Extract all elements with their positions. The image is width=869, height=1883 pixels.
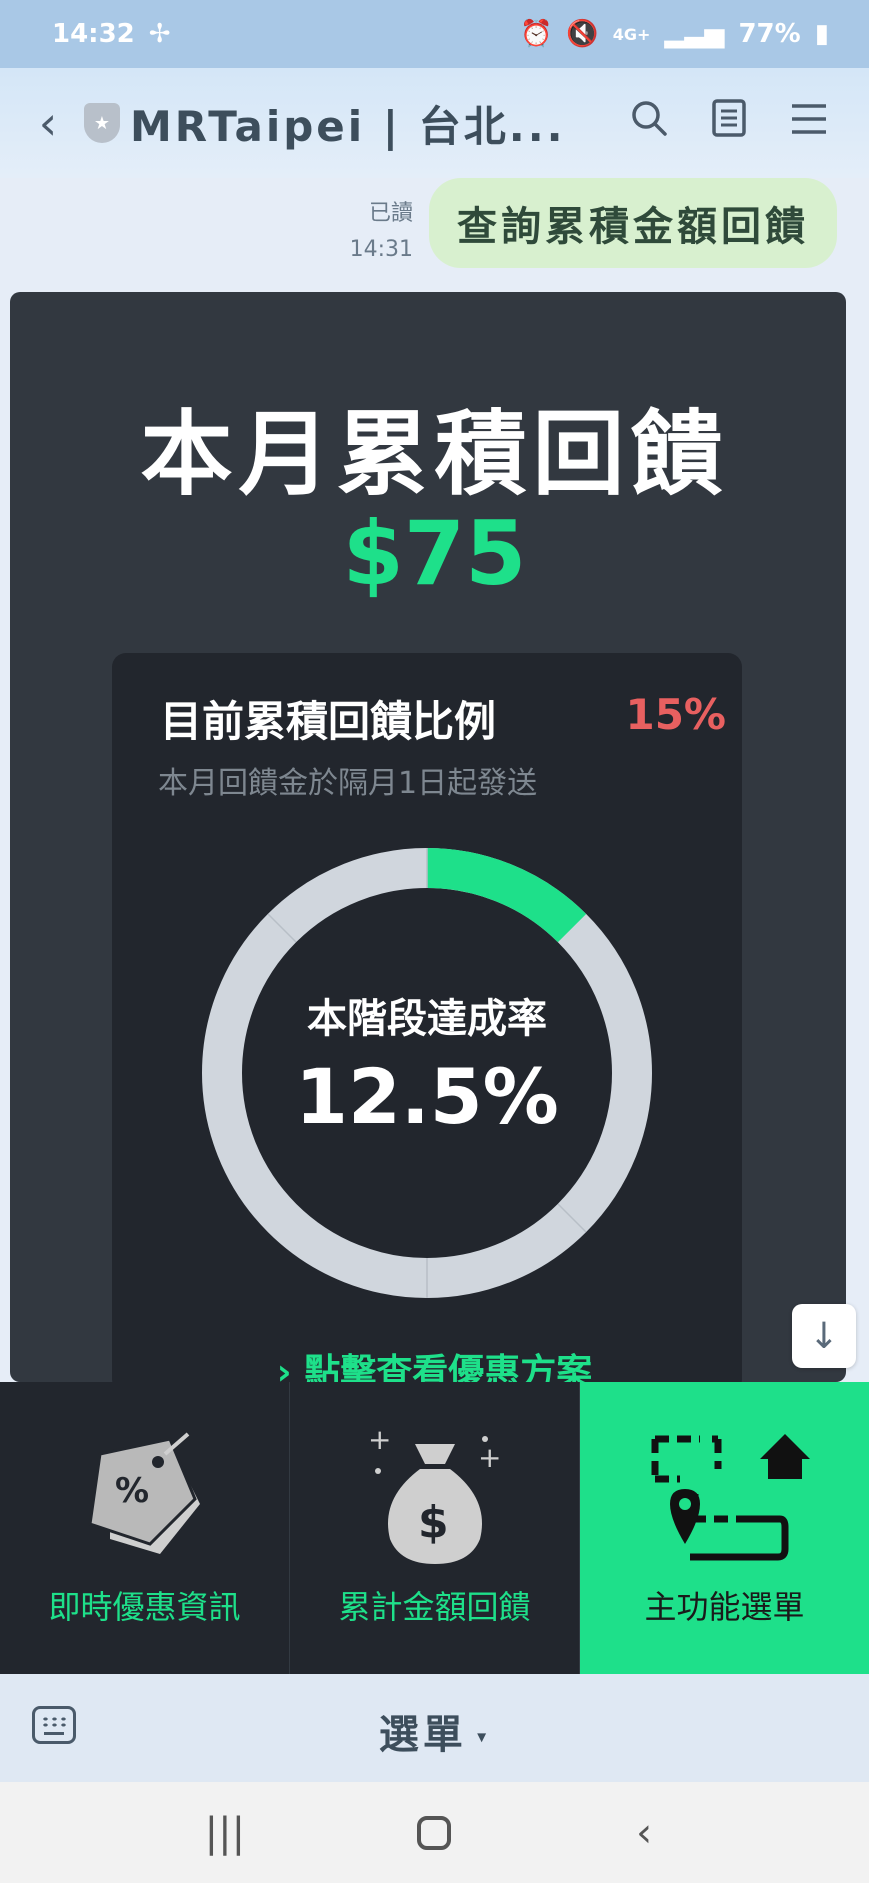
rate-value: 15% bbox=[625, 690, 726, 739]
home-button[interactable] bbox=[394, 1815, 474, 1850]
verified-shield-icon: ★ bbox=[84, 103, 120, 143]
battery-percent: 77% bbox=[738, 19, 801, 49]
menu-bar: 選單 ▾ bbox=[0, 1674, 869, 1782]
route-map-icon bbox=[640, 1424, 810, 1564]
donut-center: 本階段達成率 12.5% bbox=[202, 848, 652, 1298]
back-chevron-icon[interactable]: ‹ bbox=[20, 96, 76, 150]
rate-note: 本月回饋金於隔月1日起發送 bbox=[158, 766, 538, 801]
rich-menu-label-rewards: 累計金額回饋 bbox=[338, 1588, 531, 1626]
read-label: 已讀 bbox=[368, 201, 413, 226]
message-time: 14:31 bbox=[349, 237, 413, 262]
chat-header: ‹ ★ MRTaipei | 台北... bbox=[0, 68, 869, 178]
rich-menu-item-rewards[interactable]: $ + + 累計金額回饋 bbox=[290, 1382, 580, 1674]
mute-icon: 🔇 bbox=[566, 19, 599, 49]
rich-menu-label-deals: 即時優惠資訊 bbox=[48, 1588, 241, 1626]
sent-message-bubble[interactable]: 查詢累積金額回饋 bbox=[429, 178, 837, 268]
progress-label: 本階段達成率 bbox=[307, 995, 547, 1042]
menu-label: 選單 bbox=[378, 1712, 467, 1758]
notes-icon[interactable] bbox=[689, 98, 769, 148]
back-icon[interactable]: ‹ bbox=[604, 1810, 684, 1856]
system-nav-bar: ||| ‹ bbox=[0, 1782, 869, 1883]
rich-menu-label-main: 主功能選單 bbox=[644, 1588, 805, 1626]
pinwheel-icon: ✢ bbox=[148, 19, 171, 49]
recents-icon[interactable]: ||| bbox=[185, 1810, 265, 1856]
sent-message-row: 已讀 14:31 查詢累積金額回饋 bbox=[350, 178, 837, 268]
progress-value: 12.5% bbox=[295, 1051, 559, 1141]
arrow-down-icon: ↓ bbox=[808, 1315, 840, 1357]
svg-text:+: + bbox=[478, 1441, 501, 1474]
battery-icon: ▮ bbox=[814, 19, 829, 49]
rich-menu-item-main[interactable]: 主功能選單 bbox=[580, 1382, 869, 1674]
caret-down-icon: ▾ bbox=[466, 1726, 491, 1748]
money-bag-icon: $ + + bbox=[360, 1423, 510, 1564]
alarm-icon: ⏰ bbox=[520, 19, 553, 49]
svg-text:$: $ bbox=[418, 1497, 449, 1548]
status-time: 14:32 bbox=[52, 19, 135, 49]
scroll-down-button[interactable]: ↓ bbox=[792, 1304, 856, 1368]
chat-title[interactable]: MRTaipei | 台北... bbox=[130, 93, 609, 154]
home-icon bbox=[417, 1815, 452, 1850]
rate-label: 目前累積回饋比例 bbox=[160, 697, 497, 746]
network-type: 4G+ bbox=[612, 24, 651, 44]
reward-amount: $75 bbox=[342, 502, 527, 605]
status-bar: 14:32 ✢ ⏰ 🔇 4G+ ▂▃▅ 77% ▮ bbox=[0, 0, 869, 68]
hamburger-menu-icon[interactable] bbox=[769, 100, 849, 146]
message-meta: 已讀 14:31 bbox=[350, 196, 413, 268]
svg-text:%: % bbox=[115, 1471, 149, 1511]
discount-tag-icon: % bbox=[70, 1424, 220, 1564]
signal-icon: ▂▃▅ bbox=[664, 19, 725, 49]
rich-menu: % 即時優惠資訊 $ + + 累計金額回饋 主功能選單 bbox=[0, 1382, 869, 1674]
rich-menu-item-deals[interactable]: % 即時優惠資訊 bbox=[0, 1382, 290, 1674]
menu-toggle[interactable]: 選單 ▾ bbox=[0, 1702, 869, 1760]
card-title: 本月累積回饋 bbox=[140, 401, 729, 508]
search-icon[interactable] bbox=[609, 98, 689, 148]
svg-text:+: + bbox=[368, 1423, 391, 1456]
